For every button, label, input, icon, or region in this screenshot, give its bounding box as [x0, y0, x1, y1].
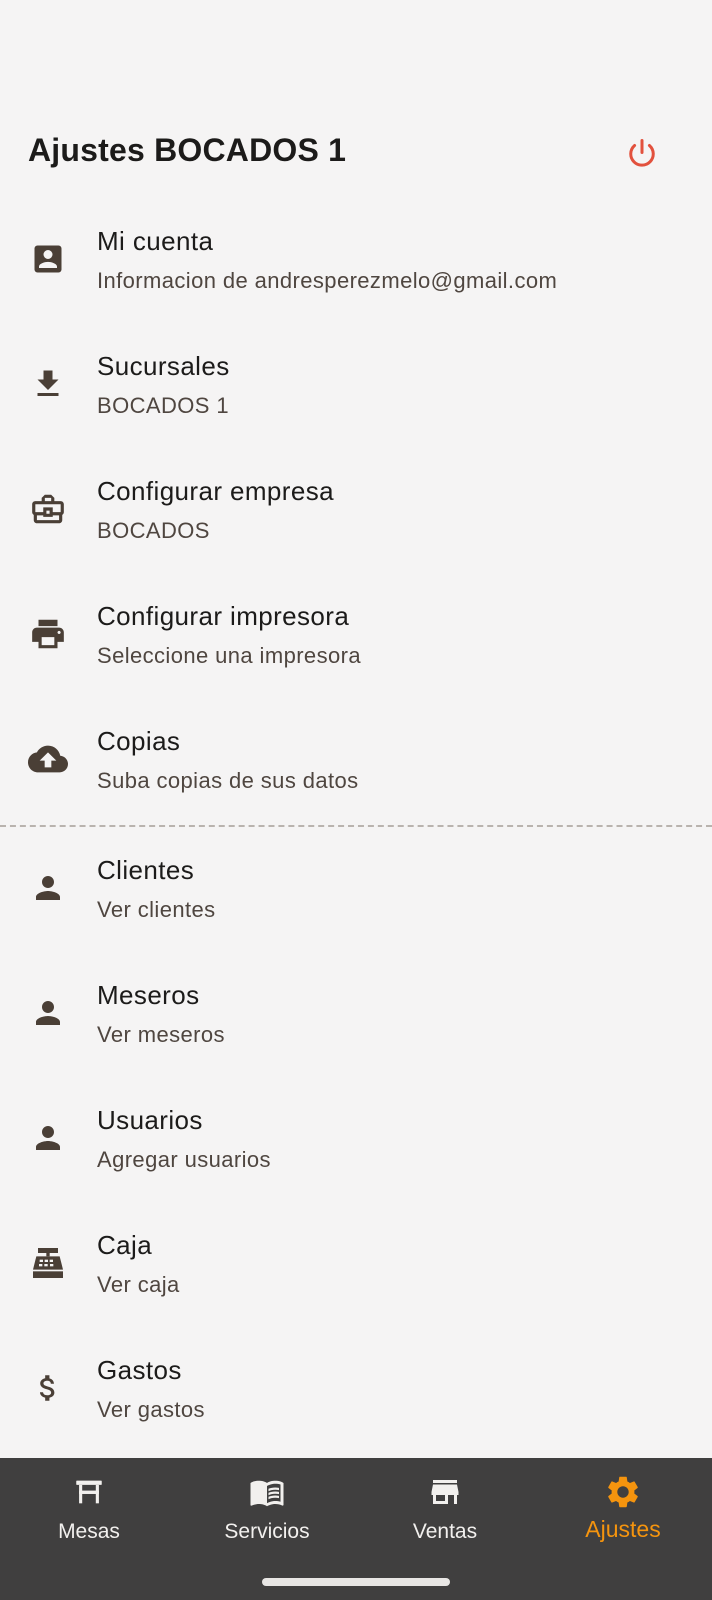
person-icon	[28, 825, 68, 950]
settings-item-title: Configurar impresora	[97, 601, 350, 631]
nav-label: Servicios	[224, 1520, 310, 1543]
briefcase-icon	[28, 446, 68, 571]
settings-item-subtitle: Ver gastos	[97, 1397, 205, 1422]
settings-item-cashbox[interactable]: Caja Ver caja	[0, 1200, 712, 1325]
download-icon	[28, 321, 68, 446]
account-box-icon	[28, 196, 68, 321]
nav-label: Mesas	[58, 1520, 120, 1543]
settings-item-title: Caja	[97, 1230, 153, 1260]
store-icon	[356, 1472, 534, 1512]
settings-item-expenses[interactable]: Gastos Ver gastos	[0, 1325, 712, 1450]
settings-item-clients[interactable]: Clientes Ver clientes	[0, 825, 712, 950]
settings-item-subtitle: BOCADOS 1	[97, 393, 229, 418]
settings-item-branches[interactable]: Sucursales BOCADOS 1	[0, 321, 712, 446]
cloud-upload-icon	[28, 696, 68, 821]
person-icon	[28, 950, 68, 1075]
nav-label: Ajustes	[585, 1516, 661, 1542]
settings-item-waiters[interactable]: Meseros Ver meseros	[0, 950, 712, 1075]
person-icon	[28, 1075, 68, 1200]
cash-register-icon	[28, 1200, 68, 1325]
settings-item-account[interactable]: Mi cuenta Informacion de andresperezmelo…	[0, 196, 712, 321]
printer-icon	[28, 571, 68, 696]
nav-item-settings[interactable]: Ajustes	[534, 1458, 712, 1568]
dollar-icon	[28, 1325, 68, 1450]
home-indicator[interactable]	[262, 1578, 450, 1586]
settings-item-title: Clientes	[97, 855, 195, 885]
table-icon	[0, 1472, 178, 1512]
settings-item-subtitle: Ver meseros	[97, 1022, 225, 1047]
settings-item-title: Usuarios	[97, 1105, 203, 1135]
settings-item-title: Meseros	[97, 980, 200, 1010]
settings-item-subtitle: Seleccione una impresora	[97, 643, 361, 668]
nav-label: Ventas	[412, 1520, 478, 1543]
settings-list: Mi cuenta Informacion de andresperezmelo…	[0, 196, 712, 1450]
app-bar: Ajustes BOCADOS 1	[0, 122, 712, 188]
gear-icon	[534, 1472, 712, 1512]
settings-item-subtitle: Ver caja	[97, 1272, 180, 1297]
settings-item-subtitle: Suba copias de sus datos	[97, 768, 359, 793]
settings-screen: Ajustes BOCADOS 1 Mi cuenta Informacion …	[0, 0, 712, 1600]
settings-item-users[interactable]: Usuarios Agregar usuarios	[0, 1075, 712, 1200]
settings-item-backups[interactable]: Copias Suba copias de sus datos	[0, 696, 712, 821]
logout-button[interactable]	[622, 134, 662, 174]
settings-item-subtitle: Informacion de andresperezmelo@gmail.com	[97, 268, 558, 293]
nav-item-sales[interactable]: Ventas	[356, 1458, 534, 1568]
settings-item-subtitle: BOCADOS	[97, 518, 210, 543]
settings-item-title: Copias	[97, 726, 181, 756]
settings-item-title: Gastos	[97, 1355, 182, 1385]
settings-item-subtitle: Agregar usuarios	[97, 1147, 271, 1172]
page-title: Ajustes BOCADOS 1	[28, 132, 347, 168]
settings-item-printer[interactable]: Configurar impresora Seleccione una impr…	[0, 571, 712, 696]
settings-item-subtitle: Ver clientes	[97, 897, 216, 922]
power-icon	[629, 139, 655, 167]
settings-item-title: Sucursales	[97, 351, 230, 381]
settings-item-title: Configurar empresa	[97, 476, 334, 506]
settings-item-company[interactable]: Configurar empresa BOCADOS	[0, 446, 712, 571]
settings-item-title: Mi cuenta	[97, 226, 214, 256]
nav-item-tables[interactable]: Mesas	[0, 1458, 178, 1568]
nav-item-services[interactable]: Servicios	[178, 1458, 356, 1568]
menu-book-icon	[178, 1472, 356, 1512]
